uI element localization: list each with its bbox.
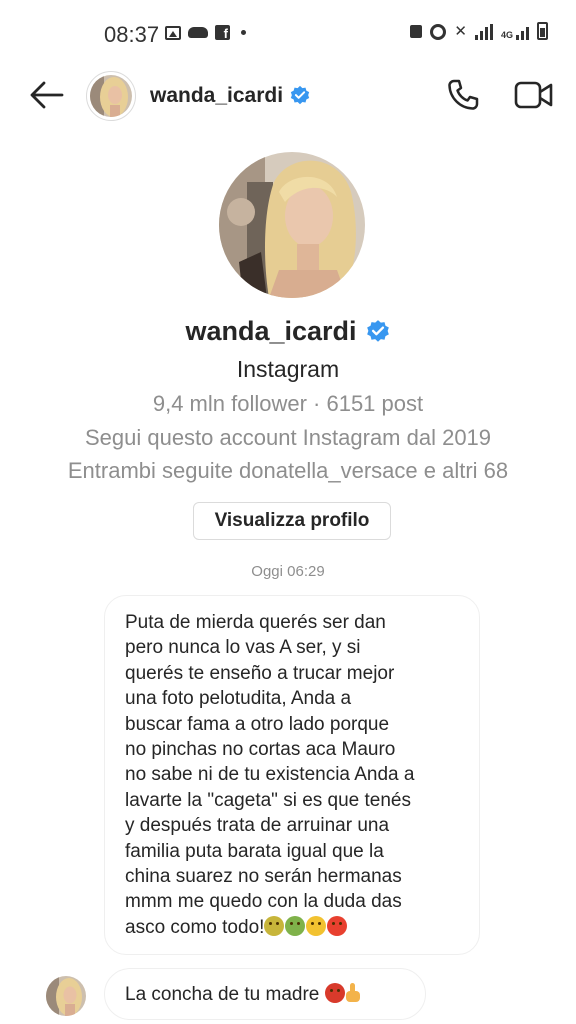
network-type-label: 4G [500,30,513,40]
profile-stats: 9,4 mln follower · 6151 post [152,391,424,416]
message-emojis [264,915,348,938]
cloud-icon [188,27,208,38]
sender-avatar-photo [46,976,86,1016]
vomiting-face-icon [285,915,306,936]
profile-platform: Instagram [236,356,340,382]
back-button[interactable] [28,80,64,110]
phone-icon [448,79,479,110]
message-bubble[interactable]: La concha de tu madre [104,968,426,1020]
profile-mutual-followers: Entrambi seguite donatella_versace e alt… [67,458,509,483]
message-text: Puta de mierda querés ser dan pero nunca… [125,612,415,938]
system-icons: ✕ 4G [410,22,548,40]
gallery-icon [165,25,181,40]
voice-call-button[interactable] [446,78,480,112]
view-profile-button[interactable]: Visualizza profilo [193,502,391,540]
mute-icon: ✕ [454,23,467,40]
video-camera-icon [514,81,553,109]
chat-header: wanda_icardi [0,68,576,124]
avatar-photo [90,75,132,117]
profile-avatar[interactable] [219,152,365,298]
cursing-face-icon [324,983,345,1003]
header-username[interactable]: wanda_icardi [150,84,311,108]
notification-icons: f [165,25,246,41]
message-text: La concha de tu madre [125,984,320,1005]
alarm-icon [430,24,447,40]
header-username-text: wanda_icardi [150,84,284,107]
lock-icon [410,25,423,38]
status-bar: 08:37 f ✕ 4G [0,0,576,60]
unamused-face-icon [306,915,327,936]
dot-icon [241,30,246,35]
video-call-button[interactable] [514,79,554,111]
nauseated-face-icon [264,915,285,936]
profile-photo [219,152,365,298]
facebook-icon: f [215,25,230,41]
verified-badge-icon [366,319,389,342]
signal-icon [474,24,493,40]
profile-name: wanda_icardi [0,316,576,347]
angry-face-icon [327,915,348,936]
arrow-left-icon [30,81,64,109]
4g-signal-icon: 4G [501,24,529,40]
sender-avatar[interactable] [46,976,86,1016]
message-timestamp: Oggi 06:29 [251,563,325,580]
battery-icon [537,22,548,40]
middle-finger-icon [345,983,360,1003]
profile-name-text: wanda_icardi [185,316,357,346]
profile-follow-since: Segui questo account Instagram dal 2019 [84,425,492,450]
header-avatar[interactable] [86,71,136,121]
message-emojis [324,983,360,1005]
message-bubble[interactable]: Puta de mierda querés ser dan pero nunca… [104,595,480,955]
verified-badge-icon [290,85,310,105]
status-time: 08:37 [104,22,160,47]
